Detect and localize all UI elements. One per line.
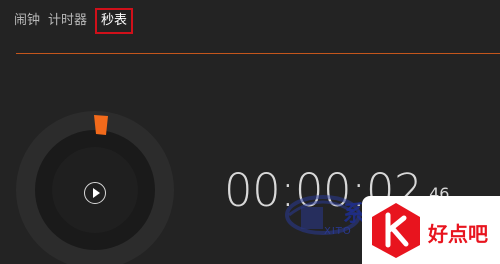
play-icon	[92, 188, 100, 198]
tab-timer[interactable]: 计时器	[48, 11, 87, 31]
haodianba-watermark-text: 好点吧	[428, 222, 488, 246]
tab-bar: 闹钟 计时器 秒表	[14, 8, 134, 34]
play-button[interactable]	[84, 182, 106, 204]
stopwatch-app-window: 闹钟 计时器 秒表 00:00:02 .46 系 XITO 好点吧	[0, 0, 500, 264]
progress-marker	[94, 115, 108, 135]
tab-stopwatch[interactable]: 秒表	[95, 8, 134, 34]
tab-divider-line	[16, 53, 500, 54]
stopwatch-dial	[16, 111, 174, 264]
xitong-watermark-subtext: XITO	[324, 226, 352, 237]
haodianba-logo-icon	[372, 203, 420, 258]
tab-alarm[interactable]: 闹钟	[14, 11, 40, 31]
